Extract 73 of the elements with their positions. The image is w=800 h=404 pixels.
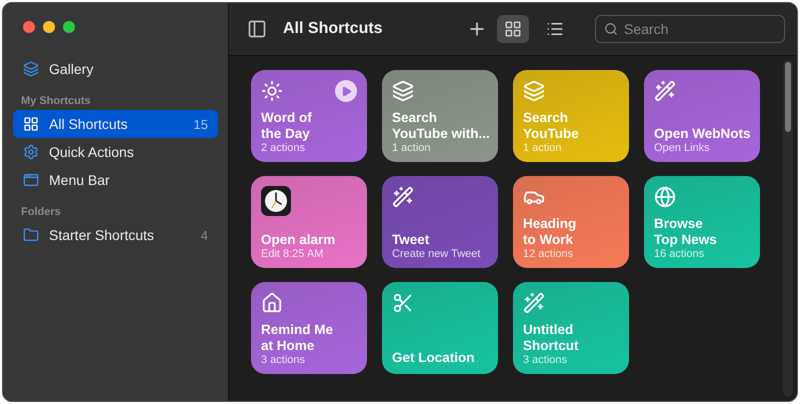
search-field[interactable]: Search: [595, 15, 785, 43]
sidebar-item-label: Quick Actions: [49, 144, 135, 160]
sidebar-item[interactable]: Starter Shortcuts 4: [13, 221, 218, 249]
magic-wand-icon: [523, 292, 545, 314]
close-button[interactable]: [23, 21, 35, 33]
sidebar-item[interactable]: All Shortcuts 15: [13, 110, 218, 138]
zoom-button[interactable]: [63, 21, 75, 33]
sidebar-toggle-icon[interactable]: [247, 19, 267, 39]
sidebar-item-label: Gallery: [49, 61, 94, 77]
play-button[interactable]: [335, 80, 357, 102]
shortcut-subtitle: 16 actions: [654, 248, 706, 260]
shortcut-title: Tweet: [392, 232, 430, 248]
shortcut-title: Get Location: [392, 350, 476, 366]
clock-icon: [261, 186, 291, 216]
section-heading: My Shortcuts: [20, 94, 92, 109]
sidebar-item[interactable]: Quick Actions: [13, 138, 218, 166]
grid-icon: [23, 116, 39, 132]
shortcut-subtitle: Edit 8:25 AM: [261, 248, 324, 260]
sun-icon: [261, 80, 283, 102]
item-count: 4: [200, 228, 208, 242]
shortcut-subtitle: 12 actions: [523, 248, 574, 260]
shortcut-subtitle: 2 actions: [261, 142, 306, 154]
shortcut-card[interactable]: Untitled Shortcut 3 actions: [513, 282, 629, 374]
shortcut-subtitle: 3 actions: [261, 354, 306, 366]
shortcut-subtitle: 1 action: [392, 142, 432, 154]
list-icon: [546, 20, 564, 38]
sidebar-item-label: All Shortcuts: [49, 116, 129, 132]
shortcut-title: Search YouTube: [523, 110, 580, 142]
window-icon: [23, 172, 39, 188]
item-count: 15: [194, 116, 208, 132]
shortcut-card[interactable]: Remind Me at Home 3 actions: [251, 282, 367, 374]
shortcut-card[interactable]: Open WebNots Open Links: [644, 70, 760, 162]
shortcut-card[interactable]: Heading to Work 12 actions: [513, 176, 629, 268]
shortcut-title: Word of the Day: [261, 110, 313, 142]
shortcut-subtitle: Create new Tweet: [392, 248, 482, 260]
play-icon: [340, 86, 352, 96]
grid-icon: [504, 20, 522, 38]
sidebar-item[interactable]: Menu Bar: [13, 166, 218, 194]
search-icon: [604, 22, 618, 36]
shortcut-title: Heading to Work: [523, 216, 578, 248]
layers-icon: [392, 80, 414, 102]
shortcut-title: Browse Top News: [654, 216, 718, 248]
magic-wand-icon: [392, 186, 414, 208]
shortcut-title: Remind Me at Home: [261, 322, 334, 354]
shortcut-subtitle: Open Links: [654, 142, 711, 154]
shortcut-card[interactable]: Search YouTube with... 1 action: [382, 70, 498, 162]
gear-icon: [23, 144, 39, 160]
layers-icon: [523, 80, 545, 102]
shortcut-card[interactable]: Get Location: [382, 282, 498, 374]
folder-icon: [23, 227, 39, 243]
section-heading: Folders: [20, 205, 62, 220]
window-title: All Shortcuts: [283, 20, 384, 38]
magic-wand-icon: [654, 80, 676, 102]
minimize-button[interactable]: [43, 21, 55, 33]
sidebar-item-label: Starter Shortcuts: [49, 227, 156, 243]
grid-view-button[interactable]: [497, 15, 529, 43]
shortcut-title: Open alarm: [261, 232, 336, 248]
shortcut-card[interactable]: Open alarm Edit 8:25 AM: [251, 176, 367, 268]
shortcut-title: Search YouTube with...: [392, 110, 488, 142]
shortcut-card[interactable]: Tweet Create new Tweet: [382, 176, 498, 268]
shortcut-card[interactable]: Browse Top News 16 actions: [644, 176, 760, 268]
shortcut-card[interactable]: Word of the Day 2 actions: [251, 70, 367, 162]
shortcut-subtitle: 1 action: [523, 142, 563, 154]
shortcut-subtitle: 3 actions: [523, 354, 568, 366]
house-icon: [261, 292, 283, 314]
shortcut-title: Open WebNots: [654, 126, 750, 142]
scrollbar[interactable]: [783, 60, 793, 397]
sidebar-item[interactable]: Gallery: [13, 55, 218, 83]
shortcut-title: Untitled Shortcut: [523, 322, 580, 354]
globe-icon: [654, 186, 676, 208]
scissors-icon: [392, 292, 414, 314]
layers-icon: [23, 61, 39, 77]
sidebar-item-label: Menu Bar: [49, 172, 111, 188]
